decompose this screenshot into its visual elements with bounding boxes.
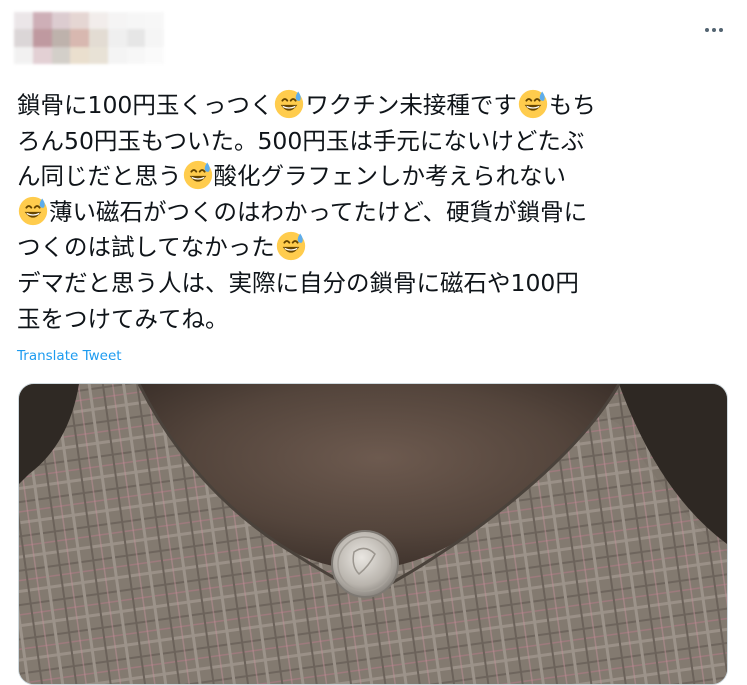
tweet-text-line: 薄い磁石がつくのはわかってたけど、硬貨が鎖骨に [17, 195, 729, 231]
tweet-text-line: 玉をつけてみてね。 [17, 302, 729, 338]
tweet-text-segment: ワクチン未接種です [305, 91, 517, 119]
more-options-button[interactable] [700, 18, 728, 42]
tweet-text-segment: 酸化グラフェンしか考えられない [213, 162, 567, 191]
tweet-text-segment: 鎖骨に100円玉くっつく [17, 91, 274, 119]
author-avatar-blurred[interactable] [14, 12, 164, 64]
coin-100-yen [331, 530, 399, 598]
more-dot-icon [719, 28, 723, 32]
tweet-text: 鎖骨に100円玉くっつく ワクチン未接種です もちろん50円玉もついた。500円玉は… [17, 88, 729, 337]
tweet-text-line: つくのは試してなかった [17, 230, 729, 266]
tweet-text-segment: 玉をつけてみてね。 [17, 304, 229, 333]
tweet-text-segment: 薄い磁石がつくのはわかってたけど、硬貨が鎖骨に [49, 197, 588, 226]
more-dot-icon [705, 28, 709, 32]
grinning-face-with-sweat-icon [518, 89, 548, 119]
translate-tweet-link[interactable]: Translate Tweet [17, 348, 122, 364]
tweet-text-line: ろん50円玉もついた。500円玉は手元にないけどたぶ [17, 124, 729, 160]
tweet-text-line: 鎖骨に100円玉くっつく ワクチン未接種です もち [17, 88, 729, 124]
tweet-text-segment: ろん50円玉もついた。500円玉は手元にないけどたぶ [17, 126, 585, 155]
tweet-text-segment: もち [548, 91, 596, 119]
more-dot-icon [712, 28, 716, 32]
tweet-text-segment: デマだと思う人は、実際に自分の鎖骨に磁石や100円 [17, 268, 579, 297]
tweet-text-line: デマだと思う人は、実際に自分の鎖骨に磁石や100円 [17, 266, 729, 302]
grinning-face-with-sweat-icon [18, 196, 48, 225]
tweet-text-segment: つくのは試してなかった [17, 233, 275, 262]
grinning-face-with-sweat-icon [183, 161, 212, 190]
neck-with-coin-photo [19, 384, 727, 684]
tweet-photo[interactable] [18, 383, 728, 685]
tweet-text-line: ん同じだと思う 酸化グラフェンしか考えられない [17, 159, 729, 195]
tweet-text-segment: ん同じだと思う [17, 162, 182, 191]
grinning-face-with-sweat-icon [276, 232, 305, 261]
grinning-face-with-sweat-icon [275, 89, 304, 119]
